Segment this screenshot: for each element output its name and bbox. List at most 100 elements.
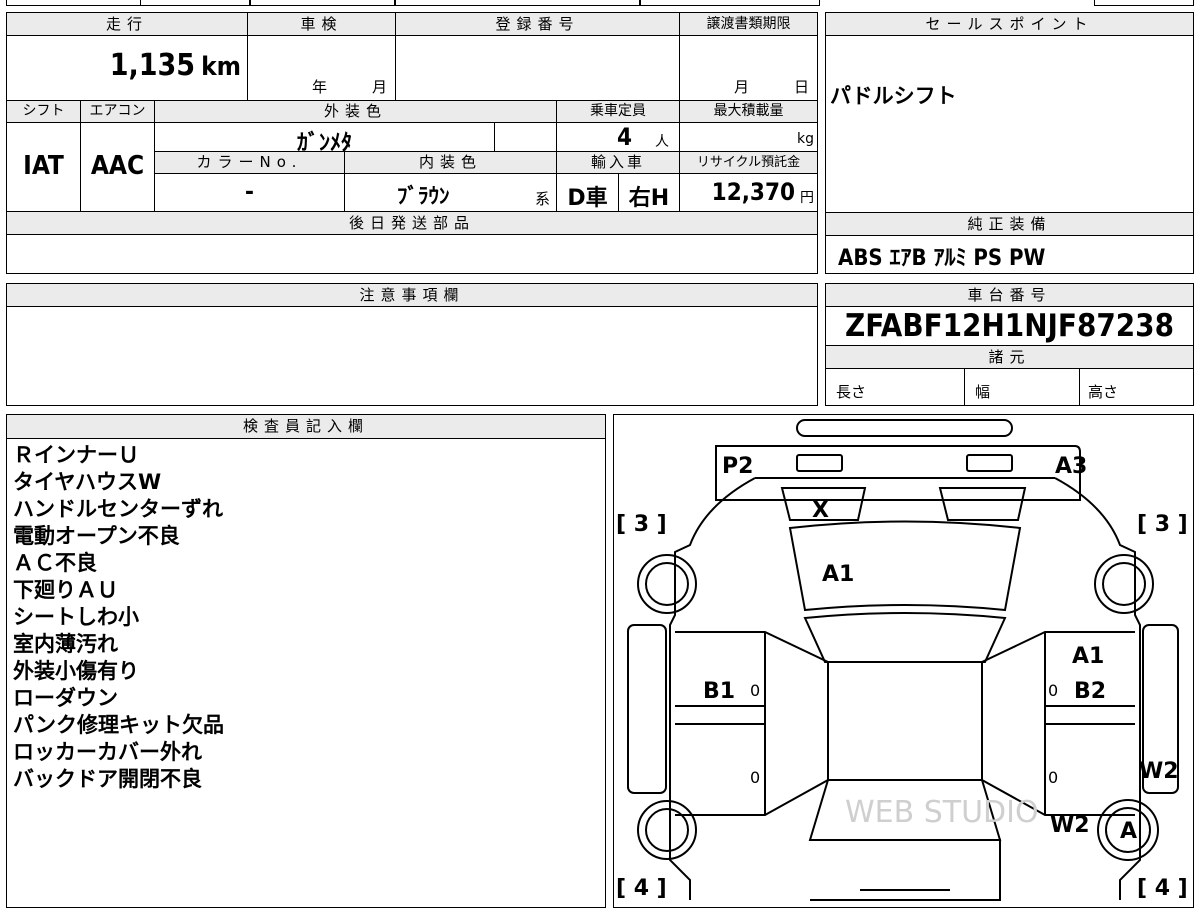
later-parts-cell bbox=[6, 234, 818, 274]
length-label: 長さ bbox=[836, 383, 867, 401]
shaken-cell: 年 月 bbox=[247, 35, 396, 101]
ac-header: エアコン bbox=[80, 100, 155, 123]
inspector-note: 電動オープン不良 bbox=[13, 524, 180, 548]
tread-front-left: [ 3 ] bbox=[616, 512, 667, 537]
inspector-notes-header: 検査員記入欄 bbox=[6, 414, 606, 439]
inspector-note: 室内薄汚れ bbox=[13, 632, 118, 656]
genuine-equipment-header: 純正装備 bbox=[825, 212, 1194, 236]
inspector-note: ハンドルセンターずれ bbox=[13, 497, 223, 521]
chassis-number-value: ZFABF12H1NJF87238 bbox=[845, 308, 1174, 344]
zero-mark-2: 0 bbox=[1048, 681, 1058, 700]
front-panel-outline bbox=[715, 445, 1081, 501]
inspector-note: ローダウン bbox=[13, 686, 118, 710]
import-type-cell: D車 bbox=[556, 173, 619, 212]
tread-rear-left: [ 4 ] bbox=[616, 876, 667, 901]
inspector-note: ロッカーカバー外れ bbox=[13, 740, 202, 764]
damage-diagram-panel: P2 A3 X A1 A1 B1 B2 W2 W2 A [ 3 ] [ 3 ] … bbox=[613, 414, 1194, 908]
ac-cell: AAC bbox=[80, 122, 155, 212]
interior-color-header: 内装色 bbox=[344, 151, 557, 174]
rocker-left bbox=[627, 624, 667, 794]
zero-mark-1: 0 bbox=[750, 681, 760, 700]
vehicle-info-table: 走行 車検 登録番号 譲渡書類期限 1,135 km 年 月 月 日 シフト エア… bbox=[6, 12, 818, 274]
height-cell: 高さ bbox=[1079, 368, 1194, 406]
inspector-note: ＡＣ不良 bbox=[13, 551, 97, 575]
shift-header: シフト bbox=[6, 100, 81, 123]
length-cell: 長さ bbox=[825, 368, 965, 406]
tread-front-right: [ 3 ] bbox=[1137, 512, 1188, 537]
recycle-deposit-value: 12,370 bbox=[711, 178, 795, 206]
interior-color-suffix: 系 bbox=[535, 190, 551, 208]
shaken-month-label: 月 bbox=[372, 78, 388, 96]
mileage-cell: 1,135 km bbox=[6, 35, 248, 101]
label-a3: A3 bbox=[1055, 454, 1087, 479]
inspector-note: 外装小傷有り bbox=[13, 659, 139, 683]
label-w2-right: W2 bbox=[1139, 759, 1179, 784]
recycle-deposit-cell: 12,370 円 bbox=[679, 173, 818, 212]
label-a-rear: A bbox=[1120, 819, 1137, 844]
watermark: WEB STUDIO bbox=[845, 795, 1039, 830]
mileage-unit: km bbox=[201, 52, 241, 82]
registration-header: 登録番号 bbox=[395, 12, 680, 36]
interior-color-cell: ﾌﾞﾗｳﾝ 系 bbox=[344, 173, 557, 212]
capacity-cell: 4 人 bbox=[556, 122, 680, 152]
top-strip-remnant bbox=[0, 0, 1200, 6]
registration-cell bbox=[395, 35, 680, 101]
label-a1-right: A1 bbox=[1072, 644, 1104, 669]
import-type-value: D車 bbox=[567, 186, 608, 211]
capacity-value: 4 bbox=[617, 123, 633, 151]
capacity-unit: 人 bbox=[655, 134, 669, 150]
roof bbox=[827, 661, 983, 781]
width-label: 幅 bbox=[975, 383, 991, 401]
recycle-deposit-unit: 円 bbox=[800, 190, 814, 206]
inspector-note: タイヤハウスW bbox=[13, 470, 162, 494]
specs-header: 諸元 bbox=[825, 345, 1194, 369]
tread-rear-right: [ 4 ] bbox=[1137, 876, 1188, 901]
label-b1: B1 bbox=[703, 679, 735, 704]
transfer-month-label: 月 bbox=[734, 78, 750, 96]
transfer-deadline-header: 譲渡書類期限 bbox=[679, 12, 818, 36]
caution-cell bbox=[6, 306, 818, 406]
label-a1-hood: A1 bbox=[822, 562, 854, 587]
zero-mark-4: 0 bbox=[1048, 768, 1058, 787]
later-parts-header: 後日発送部品 bbox=[6, 211, 818, 235]
inspector-note: シートしわ小 bbox=[13, 605, 139, 629]
chassis-number-header: 車台番号 bbox=[825, 283, 1194, 307]
height-label: 高さ bbox=[1088, 383, 1119, 401]
capacity-header: 乗車定員 bbox=[556, 100, 680, 123]
mileage-header: 走行 bbox=[6, 12, 248, 36]
import-header: 輸入車 bbox=[556, 151, 680, 174]
zero-mark-3: 0 bbox=[750, 768, 760, 787]
sales-point-header: セールスポイント bbox=[825, 12, 1194, 36]
label-b2: B2 bbox=[1074, 679, 1106, 704]
steering-side-value: 右H bbox=[628, 186, 670, 211]
inspector-note: バックドア開閉不良 bbox=[13, 767, 202, 791]
exterior-color-cell: ｶﾞﾝﾒﾀ bbox=[154, 122, 495, 156]
color-number-cell: - bbox=[154, 173, 345, 212]
label-w2-rear: W2 bbox=[1050, 813, 1090, 838]
genuine-equipment-cell: ABS ｴｱB ｱﾙﾐ PS PW bbox=[825, 235, 1194, 274]
ac-value: AAC bbox=[90, 151, 145, 181]
sales-point-text: パドルシフト bbox=[830, 84, 957, 108]
steering-side-cell: 右H bbox=[618, 173, 680, 212]
inspector-notes-cell: ＲインナーＵ タイヤハウスW ハンドルセンターずれ 電動オープン不良 ＡＣ不良下廻りＡＵ… bbox=[6, 438, 606, 908]
shift-value: IAT bbox=[23, 151, 64, 181]
inspector-note: 下廻りＡＵ bbox=[13, 578, 118, 602]
max-load-unit: kg bbox=[797, 131, 814, 147]
car-diagram: P2 A3 X A1 A1 B1 B2 W2 W2 A [ 3 ] [ 3 ] … bbox=[616, 419, 1188, 901]
transfer-deadline-cell: 月 日 bbox=[679, 35, 818, 101]
label-p2: P2 bbox=[722, 454, 753, 479]
recycle-deposit-header: リサイクル預託金 bbox=[679, 151, 818, 174]
max-load-cell: kg bbox=[679, 122, 818, 152]
mileage-value: 1,135 bbox=[109, 48, 196, 83]
inspector-note: ＲインナーＵ bbox=[13, 443, 139, 467]
transfer-day-label: 日 bbox=[794, 78, 810, 96]
windshield bbox=[803, 612, 1007, 663]
shift-cell: IAT bbox=[6, 122, 81, 212]
inspector-note: パンク修理キット欠品 bbox=[13, 713, 225, 737]
caution-header: 注意事項欄 bbox=[6, 283, 818, 307]
shaken-year-label: 年 bbox=[312, 78, 328, 96]
shaken-header: 車検 bbox=[247, 12, 396, 36]
label-x: X bbox=[812, 498, 829, 523]
chassis-number-cell: ZFABF12H1NJF87238 bbox=[825, 306, 1194, 346]
exterior-color-extra-cell bbox=[494, 122, 557, 152]
